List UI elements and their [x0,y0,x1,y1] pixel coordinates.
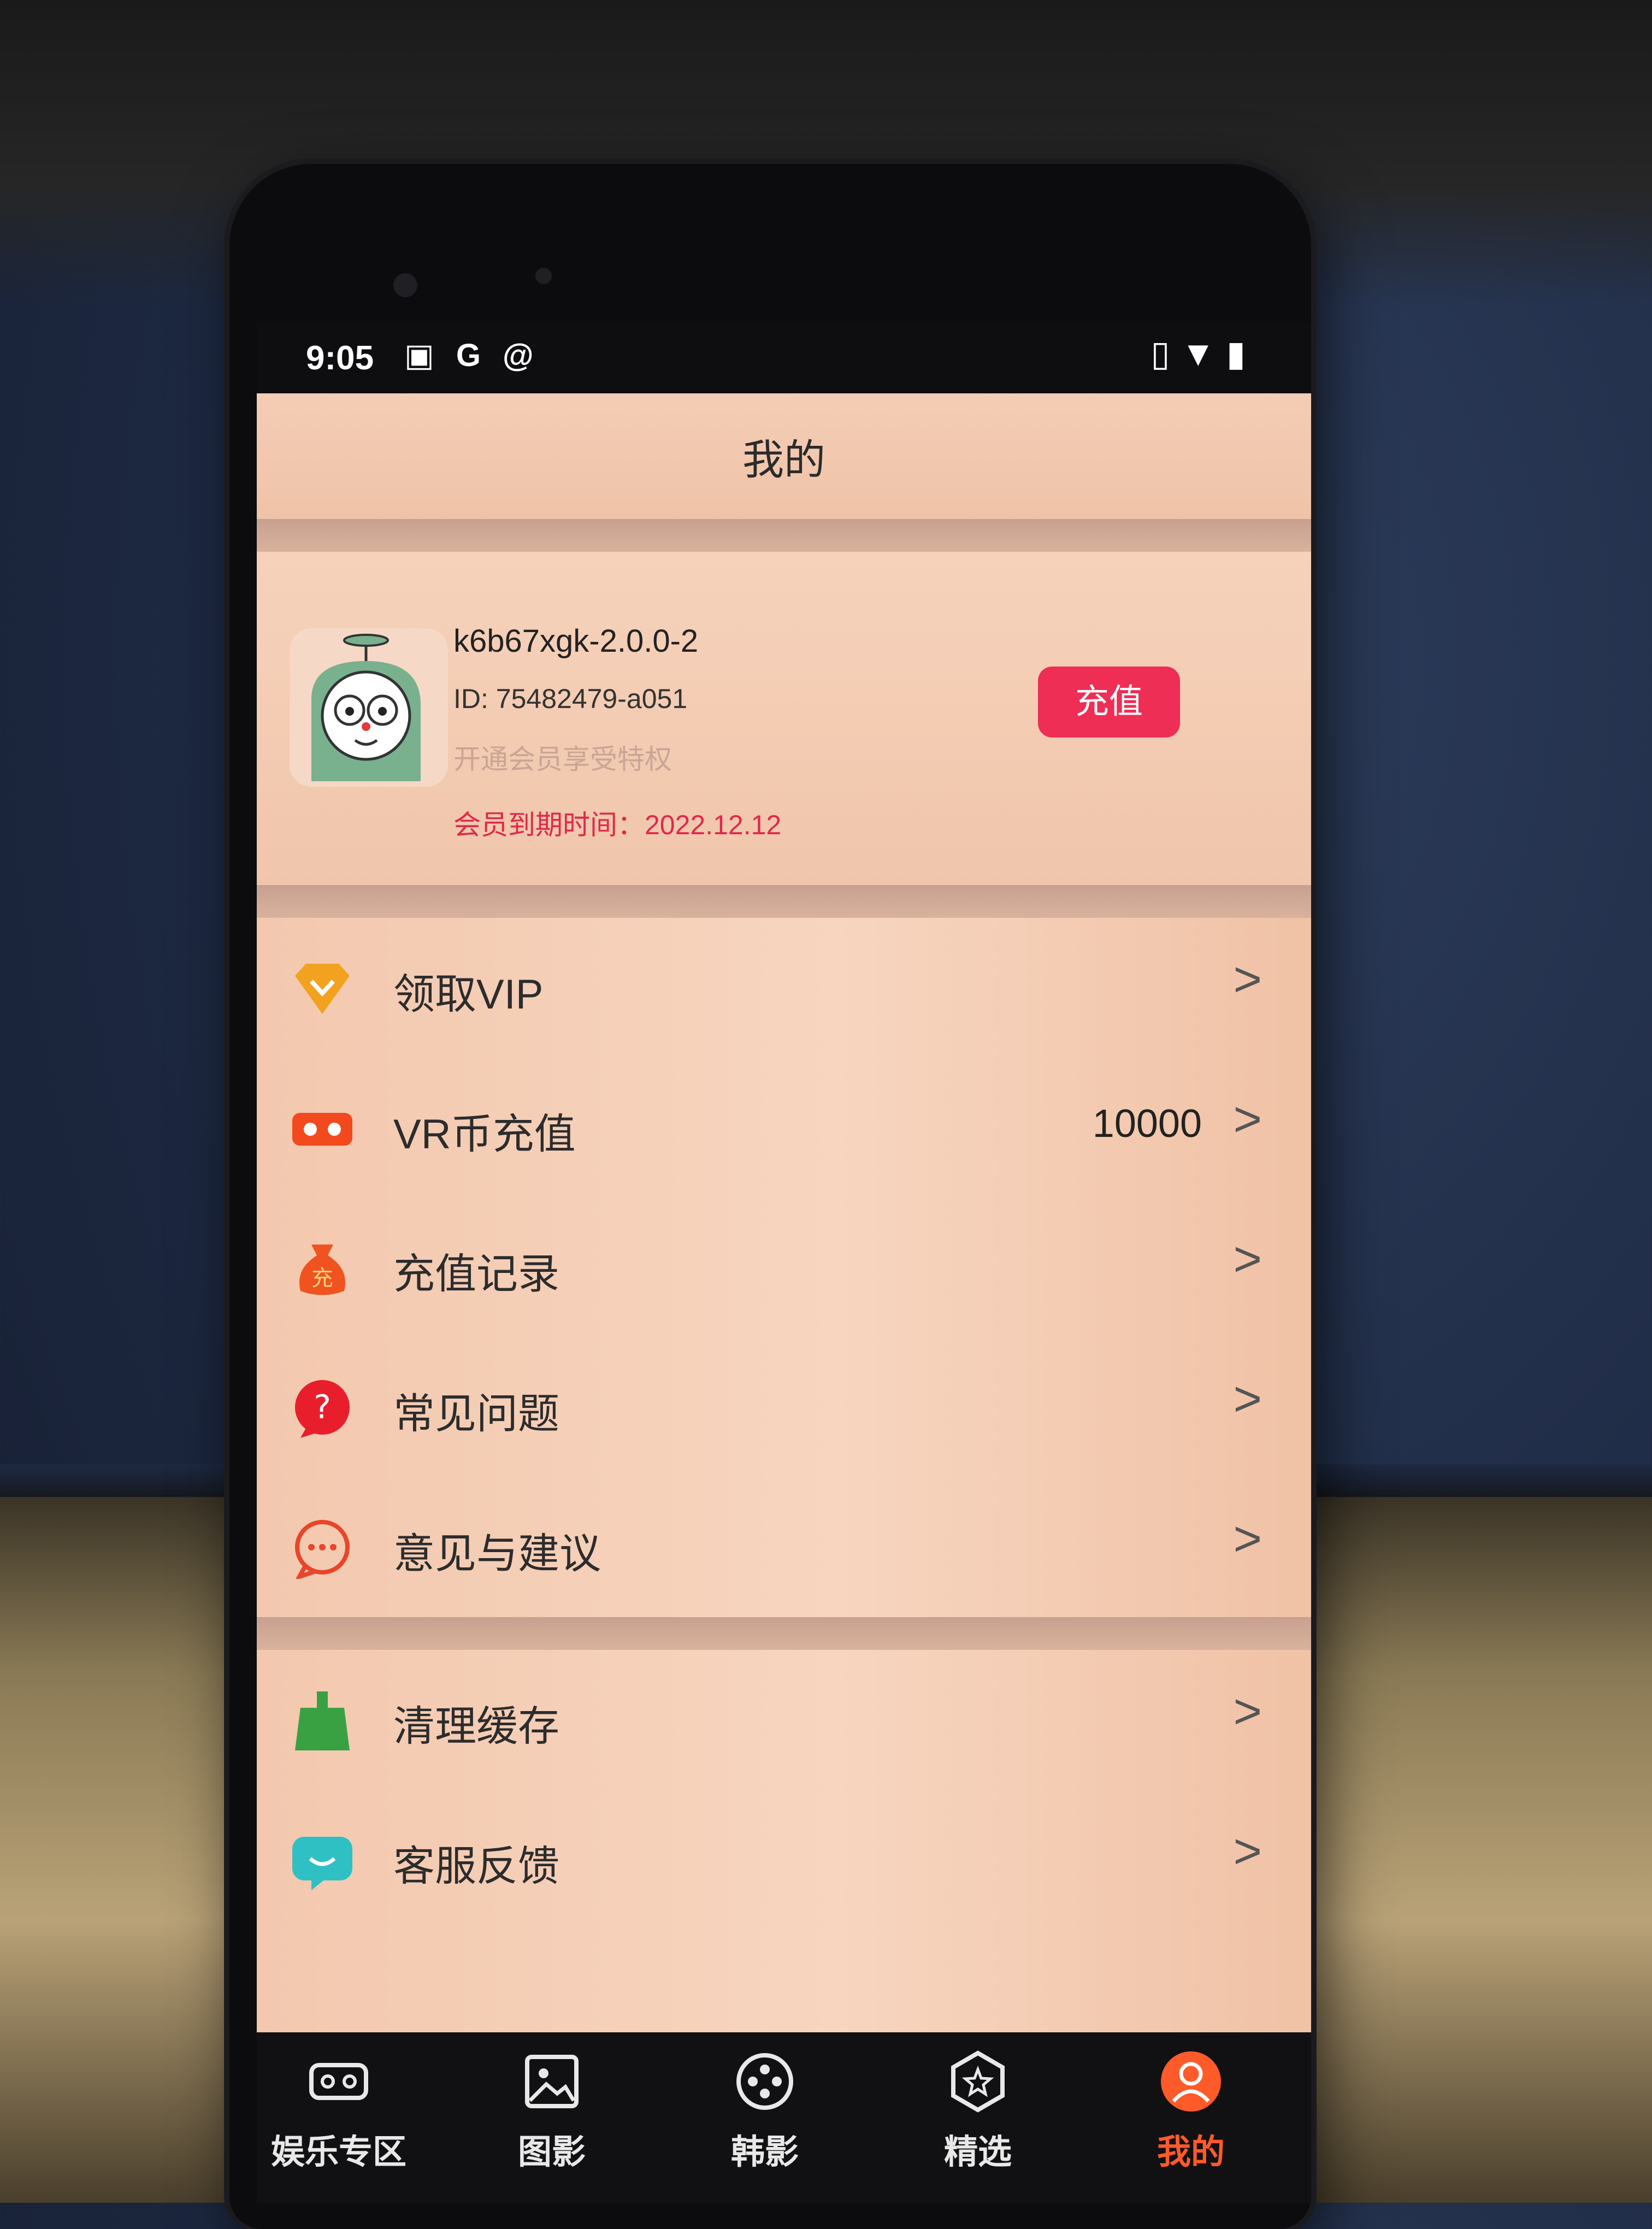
menu-label: 充值记录 [393,1251,559,1298]
image-icon: ▣ [404,338,456,373]
vip-hint[interactable]: 开通会员享受特权 [453,738,672,777]
picture-icon [525,2055,579,2108]
vip-expiry: 会员到期时间：2022.12.12 [453,810,782,840]
menu-item-customer-service[interactable]: 客服反馈 > [257,1790,1311,1932]
chat-bubble-icon [295,1520,350,1579]
status-left-icons: ▣G@ [404,337,556,374]
username: k6b67xgk-2.0.0-2 [453,623,699,659]
broom-icon [295,1691,350,1750]
menu-item-vr-coin[interactable]: VR币充值 10000 > [257,1058,1311,1200]
page-title: 我的 [742,437,825,483]
user-icon [1161,2051,1221,2112]
tab-label: 图影 [517,2133,586,2171]
menu-label: 客服反馈 [393,1843,559,1890]
title-bar: 我的 [257,393,1311,519]
tab-label: 我的 [1157,2133,1225,2171]
star-hexagon-icon [951,2050,1005,2113]
chevron-right-icon: > [1233,1684,1262,1739]
menu-label: 意见与建议 [393,1531,601,1577]
film-reel-icon [736,2053,793,2110]
menu-label: VR币充值 [393,1111,576,1158]
menu-label: 常见问题 [393,1391,559,1437]
chevron-right-icon: > [1233,1092,1262,1147]
tab-pictures[interactable]: 图影 [470,2049,634,2173]
diamond-icon [295,964,350,1014]
question-icon: ? [295,1380,350,1438]
tab-featured[interactable]: 精选 [896,2049,1060,2173]
user-id: ID: 75482479-a051 [453,683,688,714]
tab-label: 娱乐专区 [270,2133,406,2171]
chevron-right-icon: > [1233,952,1262,1007]
svg-text:充: 充 [311,1266,333,1291]
status-time: 9:05 [306,339,374,377]
menu-item-vip[interactable]: 领取VIP > [257,918,1311,1060]
proximity-sensor [535,268,552,284]
tab-label: 精选 [943,2133,1012,2171]
bottom-tab-bar: 娱乐专区 图影 韩影 精选 我的 [257,2032,1311,2203]
menu-item-feedback[interactable]: 意见与建议 > [257,1477,1311,1619]
front-camera [393,273,417,297]
chevron-right-icon: > [1233,1824,1262,1879]
phone-screen: 9:05 ▣G@ ▯▼▮ 我的 k6b67xgk-2.0.0-2 ID: 754… [257,322,1311,2203]
section-divider [257,519,1311,552]
menu-item-clear-cache[interactable]: 清理缓存 > [257,1650,1311,1792]
recharge-button[interactable]: 充值 [1038,667,1180,738]
chevron-right-icon: > [1233,1512,1262,1566]
vr-headset-icon [309,2063,368,2100]
at-icon: @ [502,338,556,373]
cat-avatar-icon [311,634,421,781]
vr-glasses-icon [292,1113,352,1146]
tab-label: 韩影 [730,2133,799,2171]
google-icon: G [456,338,503,373]
avatar[interactable] [290,628,448,787]
profile-card: k6b67xgk-2.0.0-2 ID: 75482479-a051 开通会员享… [257,552,1311,885]
status-right-icons: ▯▼▮ [1150,333,1256,374]
tab-entertainment[interactable]: 娱乐专区 [257,2049,421,2173]
menu-label: 领取VIP [393,971,544,1018]
wifi-icon: ▼ [1181,334,1226,373]
svg-text:?: ? [314,1388,331,1426]
status-bar: 9:05 ▣G@ ▯▼▮ [257,322,1311,393]
menu-label: 清理缓存 [393,1703,559,1750]
section-divider [257,1617,1311,1650]
battery-icon: ▮ [1226,334,1256,373]
menu-item-faq[interactable]: ? 常见问题 > [257,1337,1311,1479]
menu-item-recharge-history[interactable]: 充 充值记录 > [257,1198,1311,1340]
money-bag-icon: 充 [299,1245,345,1295]
chevron-right-icon: > [1233,1372,1262,1426]
chevron-right-icon: > [1233,1232,1262,1287]
vr-coin-balance: 10000 [1092,1102,1202,1146]
customer-service-icon [292,1837,352,1890]
vibrate-icon: ▯ [1150,334,1181,373]
tab-korean-films[interactable]: 韩影 [683,2049,847,2173]
section-divider [257,885,1311,918]
tab-mine[interactable]: 我的 [1109,2049,1273,2173]
